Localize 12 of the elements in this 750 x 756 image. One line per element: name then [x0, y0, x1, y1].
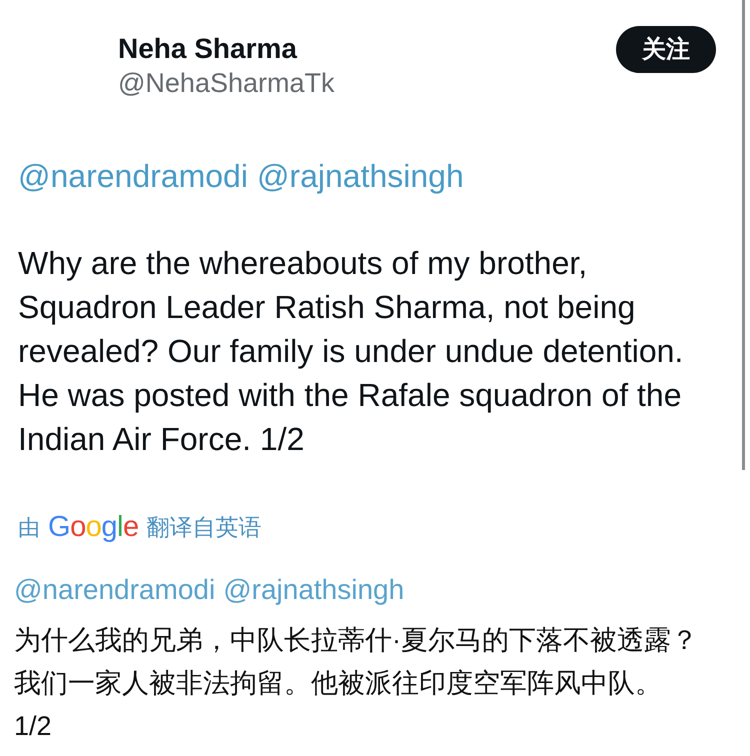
author-handle: @NehaSharmaTk [118, 67, 334, 100]
translated-text: 为什么我的兄弟，中队长拉蒂什·夏尔马的下落不被透露？我们一家人被非法拘留。他被派往印度空军阵风中队。 1/2 [14, 624, 699, 743]
author-name: Neha Sharma [118, 32, 298, 66]
google-logo: Google [48, 510, 139, 544]
follow-button[interactable]: 关注 [616, 26, 716, 73]
translated-by-label: 由 [18, 514, 40, 542]
mention-link[interactable]: @narendramodi [18, 156, 248, 196]
mention-link[interactable]: @rajnathsingh [256, 156, 464, 196]
mention-link[interactable]: @rajnathsingh [223, 571, 404, 609]
mention-link[interactable]: @narendramodi [14, 571, 216, 609]
translated-from-label: 翻译自英语 [146, 512, 262, 542]
tweet-text: Why are the whereabouts of my brother, Squadron Leader Ratish Sharma, not being revealed? Our family is under undue detention. He was posted with the Rafale squadron of the Indian Air Force. 1/2 [18, 244, 684, 459]
